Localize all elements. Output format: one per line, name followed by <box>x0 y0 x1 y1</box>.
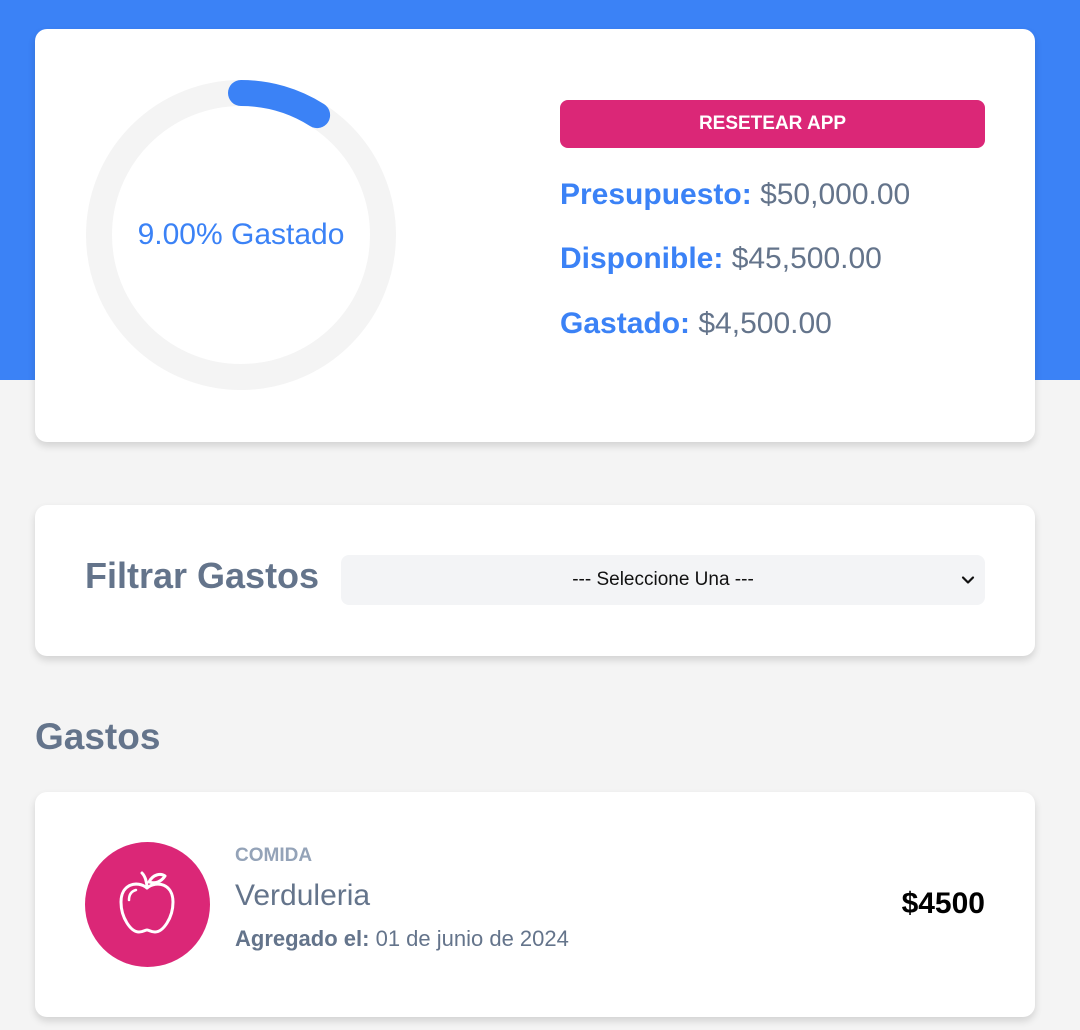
stat-label: Presupuesto: <box>560 178 752 211</box>
expense-date-label: Agregado el: <box>235 926 370 951</box>
category-icon-circle <box>85 842 210 967</box>
stat-label: Disponible: <box>560 242 724 275</box>
select-value: --- Seleccione Una --- <box>572 569 754 590</box>
expense-category: COMIDA <box>235 845 313 866</box>
chevron-down-icon <box>961 576 975 584</box>
reset-app-button[interactable]: RESETEAR APP <box>560 100 985 148</box>
percent-spent-text: 9.00% Gastado <box>137 218 345 251</box>
budget-card: 9.00% Gastado RESETEAR APP Presupuesto: … <box>35 29 1035 442</box>
stat-value: $50,000.00 <box>760 178 911 211</box>
apple-icon <box>119 871 175 934</box>
expense-item[interactable]: COMIDA Verduleria Agregado el: 01 de jun… <box>35 792 1035 1017</box>
filter-card: Filtrar Gastos --- Seleccione Una --- <box>35 505 1035 656</box>
stat-label: Gastado: <box>560 307 691 340</box>
stat-presupuesto: Presupuesto: $50,000.00 <box>560 178 910 212</box>
category-filter-select[interactable]: --- Seleccione Una --- <box>341 555 985 605</box>
expenses-title: Gastos <box>35 716 161 757</box>
progress-ring: 9.00% Gastado <box>85 79 397 391</box>
stat-disponible: Disponible: $45,500.00 <box>560 242 882 276</box>
expense-name: Verduleria <box>235 879 371 912</box>
expense-amount: $4500 <box>901 887 985 920</box>
stat-value: $4,500.00 <box>698 307 832 340</box>
expense-date: Agregado el: 01 de junio de 2024 <box>235 926 569 952</box>
filter-title: Filtrar Gastos <box>85 555 320 596</box>
stat-gastado: Gastado: $4,500.00 <box>560 307 832 341</box>
expense-date-value: 01 de junio de 2024 <box>375 926 569 951</box>
stat-value: $45,500.00 <box>731 242 882 275</box>
